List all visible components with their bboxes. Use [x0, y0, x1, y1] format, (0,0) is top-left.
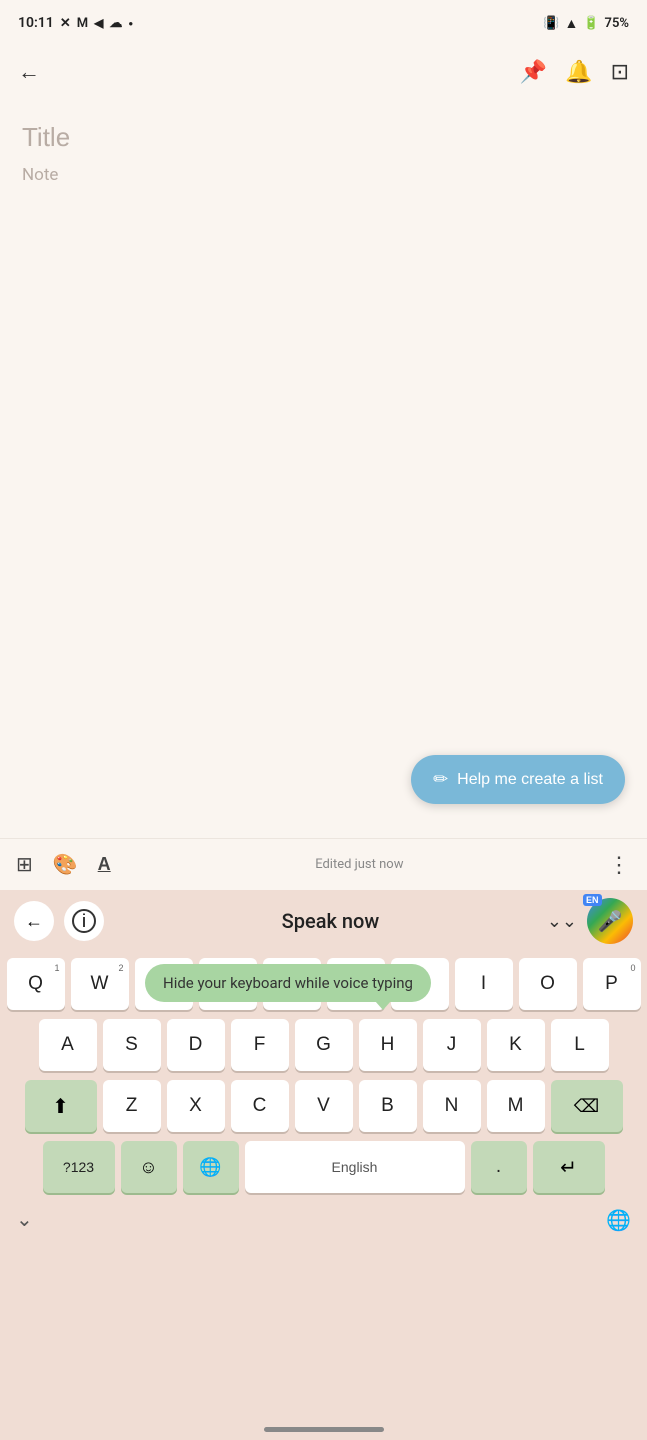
key-row-2: A S D F G H J K L — [5, 1019, 642, 1071]
more-options-button[interactable]: ⋮ — [608, 852, 631, 878]
bottom-toolbar-right: ⋮ — [608, 852, 631, 878]
key-j[interactable]: J — [423, 1019, 481, 1071]
cloud-icon: ☁ — [109, 16, 122, 31]
mic-icon: 🎤 — [598, 909, 623, 934]
shift-button[interactable]: ⬆ — [25, 1080, 97, 1132]
palette-icon: 🎨 — [53, 852, 78, 877]
enter-icon: ↵ — [560, 1155, 577, 1180]
status-left: 10:11 ✕ M ◀ ☁ ● — [18, 15, 133, 31]
emoji-icon: ☺ — [139, 1157, 157, 1178]
key-i[interactable]: I — [455, 958, 513, 1010]
text-format-button[interactable]: A — [98, 854, 111, 875]
time-label: 10:11 — [18, 15, 54, 31]
reminder-button[interactable]: 🔔 — [565, 59, 592, 85]
numbers-button[interactable]: ?123 — [43, 1141, 115, 1193]
key-w[interactable]: 2 W — [71, 958, 129, 1010]
hide-keyboard-button[interactable]: ⌄ — [16, 1207, 33, 1232]
ai-help-button[interactable]: ✏ Help me create a list — [411, 755, 625, 804]
palette-button[interactable]: 🎨 — [53, 852, 78, 877]
home-indicator — [264, 1427, 384, 1432]
globe-button[interactable]: 🌐 — [183, 1141, 239, 1193]
ai-button-label: Help me create a list — [457, 771, 603, 789]
toolbar-left: ← — [18, 59, 40, 85]
voice-bar: ← i Speak now ⌄⌄ EN 🎤 — [0, 890, 647, 952]
key-m[interactable]: M — [487, 1080, 545, 1132]
key-k[interactable]: K — [487, 1019, 545, 1071]
navigation-icon: ◀ — [94, 16, 103, 30]
status-right: 📳 ▲ 🔋 75% — [543, 15, 629, 32]
key-h[interactable]: H — [359, 1019, 417, 1071]
edited-status: Edited just now — [111, 857, 608, 872]
voice-typing-tooltip: Hide your keyboard while voice typing — [145, 964, 431, 1002]
key-n[interactable]: N — [423, 1080, 481, 1132]
x-icon: ✕ — [60, 16, 71, 31]
archive-button[interactable]: ⊡ — [611, 59, 629, 85]
pin-icon: 📌 — [520, 59, 547, 85]
note-body-placeholder[interactable]: Note — [22, 165, 625, 185]
key-z[interactable]: Z — [103, 1080, 161, 1132]
note-area[interactable]: Title Note — [0, 102, 647, 682]
back-icon: ← — [18, 59, 40, 85]
info-icon: i — [72, 909, 96, 933]
voice-mic-button[interactable]: EN 🎤 — [587, 898, 633, 944]
shift-icon: ⬆ — [52, 1094, 69, 1119]
vibrate-icon: 📳 — [543, 16, 559, 31]
key-s[interactable]: S — [103, 1019, 161, 1071]
key-v[interactable]: V — [295, 1080, 353, 1132]
en-badge: EN — [583, 894, 602, 906]
voice-info-button[interactable]: i — [64, 901, 104, 941]
collapse-chevron[interactable]: ⌄⌄ — [547, 911, 577, 932]
mail-icon: M — [77, 16, 88, 31]
key-o[interactable]: O — [519, 958, 577, 1010]
space-button[interactable]: English — [245, 1141, 465, 1193]
app-toolbar: ← 📌 🔔 ⊡ — [0, 42, 647, 102]
bottom-toolbar-left: ⊞ 🎨 A — [16, 852, 111, 877]
voice-back-button[interactable]: ← — [14, 901, 54, 941]
status-bar: 10:11 ✕ M ◀ ☁ ● 📳 ▲ 🔋 75% — [0, 0, 647, 42]
pin-button[interactable]: 📌 — [520, 59, 547, 85]
key-c[interactable]: C — [231, 1080, 289, 1132]
emoji-button[interactable]: ☺ — [121, 1141, 177, 1193]
battery-label: 75% — [605, 16, 629, 31]
kb-globe-icon: 🌐 — [606, 1208, 631, 1232]
wand-icon: ✏ — [433, 769, 448, 790]
key-x[interactable]: X — [167, 1080, 225, 1132]
back-button[interactable]: ← — [18, 59, 40, 85]
key-l[interactable]: L — [551, 1019, 609, 1071]
key-g[interactable]: G — [295, 1019, 353, 1071]
bottom-toolbar: ⊞ 🎨 A Edited just now ⋮ — [0, 838, 647, 890]
enter-button[interactable]: ↵ — [533, 1141, 605, 1193]
key-row-4: ?123 ☺ 🌐 English . ↵ — [5, 1141, 642, 1193]
voice-back-icon: ← — [25, 911, 43, 932]
key-b[interactable]: B — [359, 1080, 417, 1132]
battery-icon: 🔋 — [583, 16, 599, 31]
archive-icon: ⊡ — [611, 59, 629, 85]
kb-bottom-bar: ⌄ 🌐 — [0, 1203, 647, 1234]
period-button[interactable]: . — [471, 1141, 527, 1193]
add-icon: ⊞ — [16, 852, 33, 877]
add-button[interactable]: ⊞ — [16, 852, 33, 877]
voice-label: Speak now — [114, 909, 547, 933]
delete-button[interactable]: ⌫ — [551, 1080, 623, 1132]
toolbar-right: 📌 🔔 ⊡ — [520, 59, 629, 85]
key-p[interactable]: 0 P — [583, 958, 641, 1010]
chevron-down-icon: ⌄ — [16, 1207, 33, 1232]
key-f[interactable]: F — [231, 1019, 289, 1071]
text-icon: A — [98, 854, 111, 875]
key-q[interactable]: 1 Q — [7, 958, 65, 1010]
more-icon: ⋮ — [608, 852, 631, 878]
keyboard-container: ← i Speak now ⌄⌄ EN 🎤 Hide your keyboard… — [0, 890, 647, 1440]
key-row-3: ⬆ Z X C V B N M ⌫ — [5, 1080, 642, 1132]
dot-icon: ● — [128, 19, 133, 28]
key-a[interactable]: A — [39, 1019, 97, 1071]
bell-icon: 🔔 — [565, 59, 592, 85]
delete-icon: ⌫ — [574, 1096, 599, 1117]
key-d[interactable]: D — [167, 1019, 225, 1071]
note-title-placeholder[interactable]: Title — [22, 122, 625, 153]
globe-icon: 🌐 — [199, 1157, 221, 1178]
wifi-icon: ▲ — [565, 15, 579, 32]
